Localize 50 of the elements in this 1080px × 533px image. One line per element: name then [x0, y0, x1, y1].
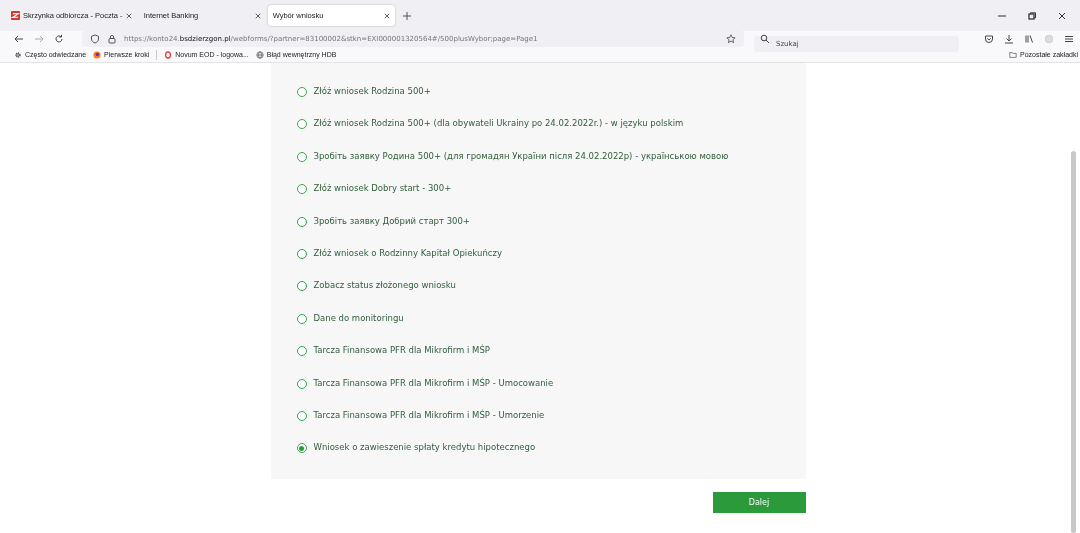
settings-icon: [14, 50, 22, 59]
radio-option[interactable]: Złóż wniosek Dobry start - 300+: [296, 183, 780, 216]
radio-button[interactable]: [296, 378, 307, 389]
globe-icon: [255, 50, 264, 59]
radio-button[interactable]: [296, 281, 307, 292]
ring-icon: [164, 50, 173, 59]
radio-button[interactable]: [296, 216, 307, 227]
radio-option[interactable]: Зробіть заявку Родина 500+ (для громадян України після 24.02.2022р) - українською мовою: [296, 150, 780, 184]
close-icon[interactable]: [383, 12, 390, 19]
radio-option[interactable]: Złóż wniosek Rodzina 500+ (dla obywateli Ukrainy po 24.02.2022r.) - w języku polskim: [296, 118, 780, 151]
account-icon[interactable]: [1044, 34, 1054, 44]
close-icon[interactable]: [1057, 10, 1067, 21]
radio-button[interactable]: [296, 151, 307, 162]
radio-button[interactable]: [296, 443, 307, 454]
back-icon[interactable]: [14, 34, 24, 44]
menu-icon[interactable]: [1064, 34, 1074, 44]
radio-option[interactable]: Зробіть заявку Добрий старт 300+: [296, 215, 780, 248]
shield-icon: [90, 34, 100, 44]
reload-icon[interactable]: [54, 34, 64, 44]
radio-button[interactable]: [296, 410, 307, 421]
library-icon[interactable]: [1024, 34, 1034, 44]
radio-button[interactable]: [296, 119, 307, 130]
star-icon[interactable]: [726, 34, 736, 44]
next-button[interactable]: Dalej: [712, 492, 806, 513]
browser-logo-icon: [93, 50, 102, 59]
mail-icon: [11, 11, 20, 20]
close-icon[interactable]: [254, 12, 261, 19]
folder-icon: [1009, 50, 1017, 59]
radio-button[interactable]: [296, 184, 307, 195]
radio-option[interactable]: Złóż wniosek Rodzina 500+: [296, 86, 780, 119]
close-icon[interactable]: [125, 12, 132, 19]
radio-button[interactable]: [296, 346, 307, 357]
lock-icon: [107, 34, 117, 44]
radio-option[interactable]: Zobacz status złożonego wniosku: [296, 280, 780, 313]
radio-button[interactable]: [296, 313, 307, 324]
download-icon[interactable]: [1004, 34, 1014, 44]
new-tab-icon[interactable]: [402, 11, 411, 20]
search-icon: [760, 34, 770, 44]
radio-option[interactable]: Tarcza Finansowa PFR dla Mikrofirm i MŚP - Umocowanie: [296, 377, 780, 410]
restore-icon[interactable]: [1027, 10, 1037, 21]
radio-option[interactable]: Tarcza Finansowa PFR dla Mikrofirm i MŚP: [296, 345, 780, 378]
forward-icon[interactable]: [34, 34, 44, 44]
radio-option[interactable]: Złóż wniosek o Rodzinny Kapitał Opiekuńczy: [296, 247, 780, 281]
pocket-icon[interactable]: [984, 34, 994, 44]
radio-option[interactable]: Tarcza Finansowa PFR dla Mikrofirm i MŚP - Umorzenie: [296, 409, 780, 443]
scrollbar-thumb[interactable]: [1071, 151, 1076, 533]
radio-option[interactable]: Dane do monitoringu: [296, 312, 780, 346]
radio-option[interactable]: Wniosek o zawieszenie spłaty kredytu hipotecznego: [296, 442, 780, 475]
radio-button[interactable]: [296, 87, 307, 97]
radio-button[interactable]: [296, 248, 307, 259]
